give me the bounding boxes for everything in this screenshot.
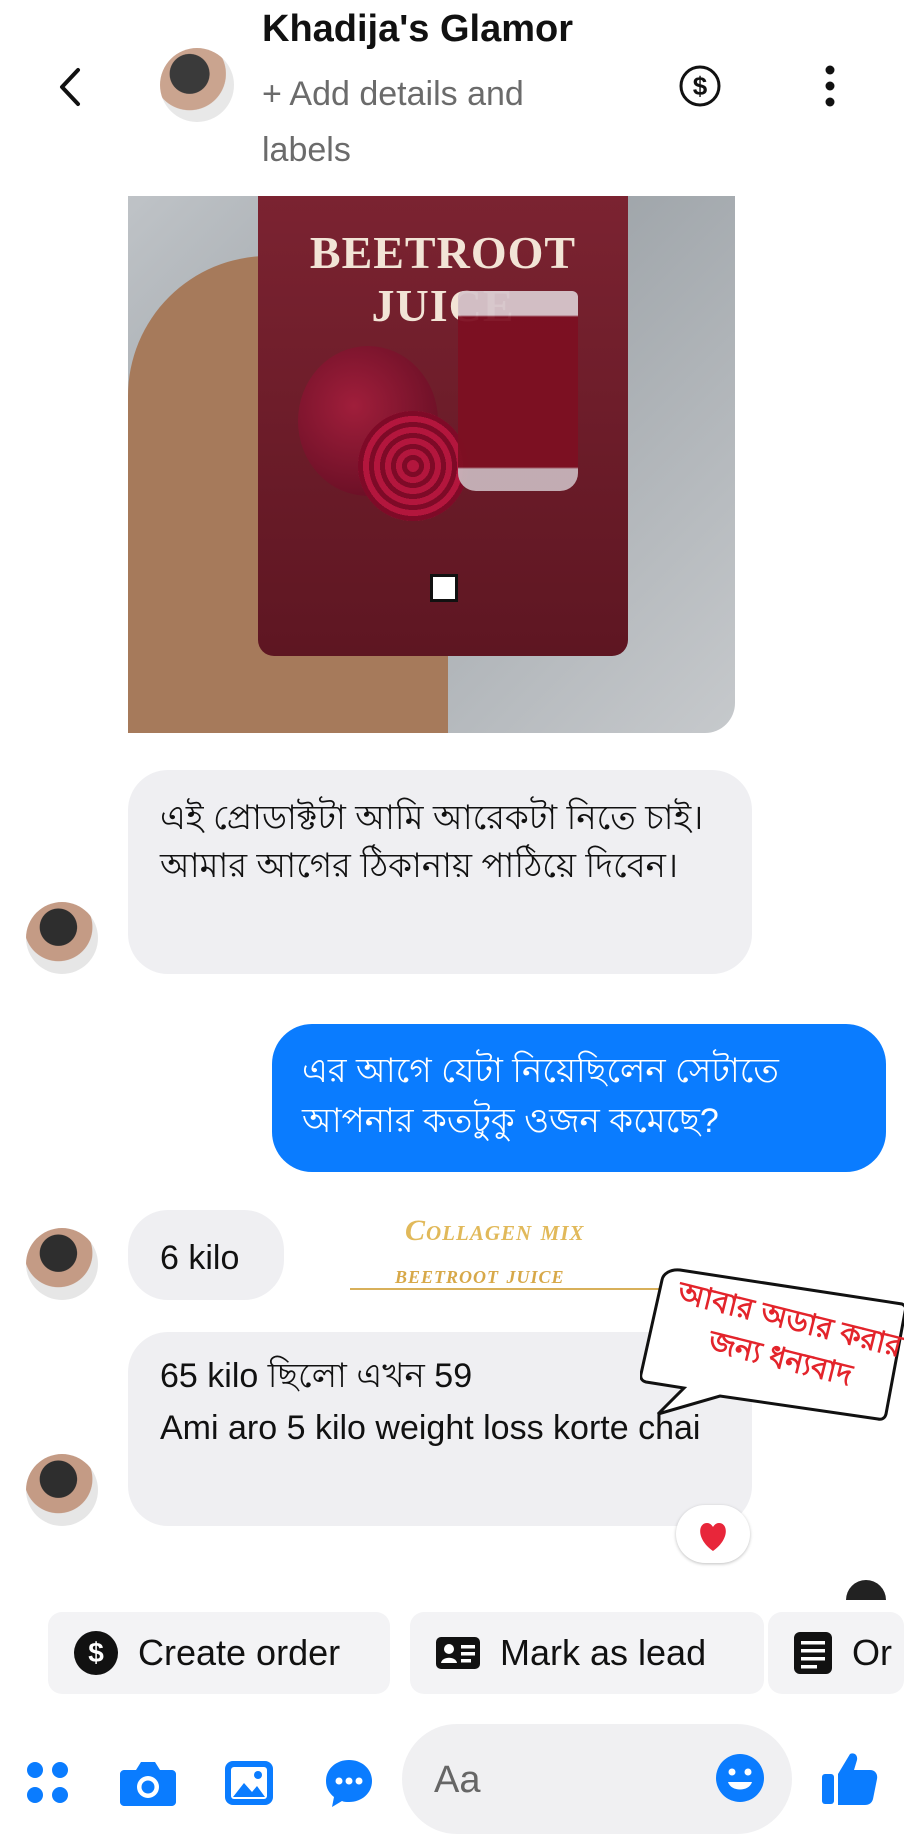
mark-as-lead-button[interactable]: Mark as lead (410, 1612, 764, 1694)
like-button[interactable] (818, 1748, 880, 1810)
seen-avatar (846, 1580, 886, 1600)
svg-text:$: $ (693, 71, 708, 101)
back-button[interactable] (50, 62, 90, 112)
qr-mark (430, 574, 458, 602)
emoji-button[interactable] (714, 1752, 766, 1804)
more-options-button[interactable] (818, 64, 842, 108)
id-card-icon (436, 1637, 480, 1669)
thumbs-up-icon (822, 1753, 878, 1805)
add-details-link[interactable]: + Add details and labels (262, 66, 592, 178)
juice-pouch: BEETROOT JUICE (258, 196, 628, 656)
camera-icon (120, 1762, 176, 1806)
gallery-button[interactable] (222, 1756, 276, 1810)
reaction-badge[interactable] (676, 1505, 750, 1563)
outgoing-message[interactable]: এর আগে যেটা নিয়েছিলেন সেটাতে আপনার কতটু… (272, 1024, 886, 1172)
document-icon (794, 1632, 832, 1674)
chat-extensions-button[interactable] (322, 1756, 376, 1810)
create-order-button[interactable]: $ Create order (48, 1612, 390, 1694)
contact-name[interactable]: Khadija's Glamor (262, 8, 573, 51)
product-photo[interactable]: BEETROOT JUICE (128, 196, 735, 733)
more-vertical-icon (825, 65, 835, 107)
sender-avatar[interactable] (26, 1454, 98, 1526)
svg-text:$: $ (88, 1637, 104, 1668)
beetroot-slice-graphic (358, 411, 468, 521)
brand-overlay-line2: beetroot juice (395, 1260, 565, 1289)
four-dots-icon (27, 1762, 68, 1803)
chat-bubble-icon (326, 1760, 372, 1807)
dollar-circle-icon: $ (679, 65, 721, 107)
brand-underline (350, 1288, 660, 1290)
brand-overlay-line1: Collagen mix (405, 1214, 585, 1247)
sender-avatar[interactable] (26, 1228, 98, 1300)
incoming-message[interactable]: এই প্রোডাক্টটা আমি আরেকটা নিতে চাই। আমার… (128, 770, 752, 974)
incoming-message[interactable]: 6 kilo (128, 1210, 284, 1300)
camera-button[interactable] (118, 1756, 176, 1810)
create-order-label: Create order (138, 1632, 341, 1673)
order-action-label: Or (852, 1632, 892, 1673)
chevron-left-icon (60, 68, 80, 106)
juice-glass-graphic (458, 291, 578, 491)
heart-icon (700, 1523, 726, 1551)
image-icon (225, 1761, 273, 1805)
order-action-button[interactable]: Or (768, 1612, 904, 1694)
smiley-icon (716, 1754, 764, 1802)
dollar-circle-icon: $ (74, 1631, 118, 1675)
menu-button[interactable] (22, 1756, 76, 1810)
sender-avatar[interactable] (26, 902, 98, 974)
message-input[interactable] (432, 1754, 696, 1806)
contact-avatar[interactable] (160, 48, 234, 122)
payments-button[interactable]: $ (678, 64, 722, 108)
mark-as-lead-label: Mark as lead (500, 1632, 707, 1673)
